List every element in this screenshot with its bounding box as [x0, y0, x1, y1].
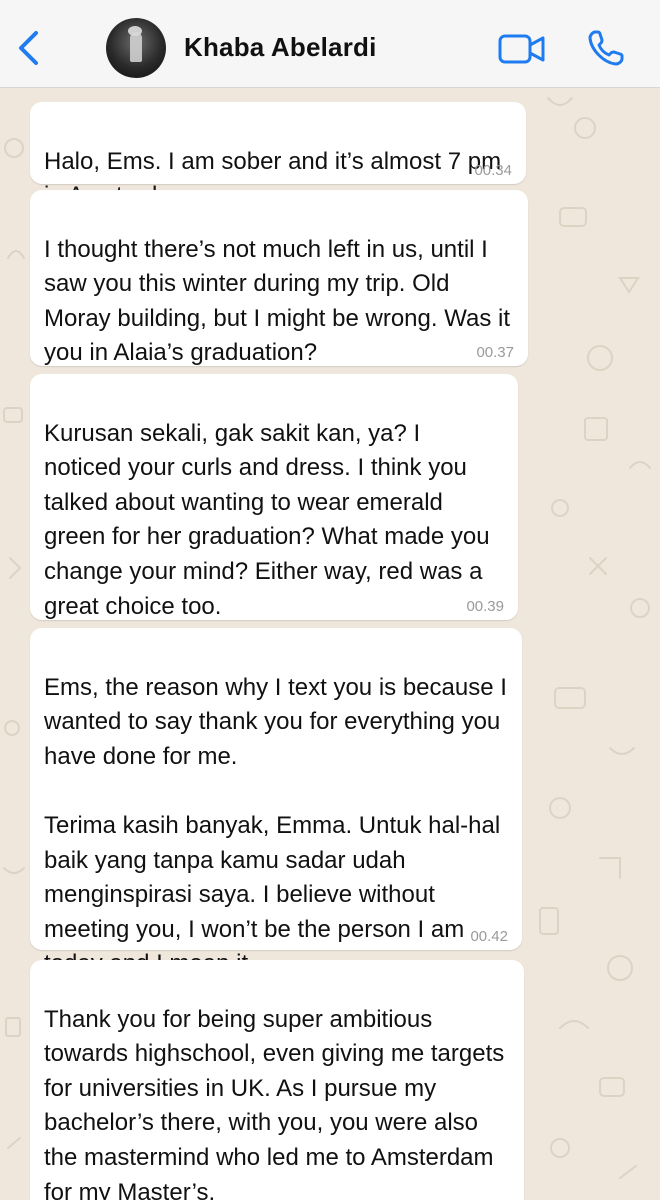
message-bubble[interactable]: Thank you for being super ambitious towa… [30, 960, 524, 1200]
message-bubble[interactable]: Ems, the reason why I text you is becaus… [30, 628, 522, 977]
video-call-button[interactable] [498, 32, 546, 66]
message-time: 00.39 [466, 598, 504, 615]
avatar-figure-body [130, 32, 142, 62]
message-text: I thought there’s not much left in us, u… [44, 235, 510, 367]
message-list[interactable]: Halo, Ems. I am sober and it’s almost 7 … [0, 88, 660, 1200]
voice-call-button[interactable] [586, 28, 626, 68]
message-text: Kurusan sekali, gak sakit kan, ya? I not… [44, 419, 490, 620]
message-time: 00.34 [474, 162, 512, 179]
message-text: Thank you for being super ambitious towa… [44, 1005, 505, 1200]
message-time: 00.37 [476, 344, 514, 361]
contact-name[interactable]: Khaba Abelardi [184, 32, 377, 63]
message-time: 00.42 [470, 928, 508, 945]
chat-header: Khaba Abelardi [0, 0, 660, 88]
back-button[interactable] [12, 28, 44, 68]
message-text: Ems, the reason why I text you is becaus… [44, 673, 507, 978]
message-bubble[interactable]: Halo, Ems. I am sober and it’s almost 7 … [30, 102, 526, 209]
message-bubble[interactable]: Kurusan sekali, gak sakit kan, ya? I not… [30, 374, 518, 620]
video-camera-icon [498, 34, 545, 64]
message-bubble[interactable]: I thought there’s not much left in us, u… [30, 190, 528, 366]
chevron-left-icon [19, 31, 38, 65]
phone-icon [588, 30, 624, 66]
contact-avatar[interactable] [106, 18, 166, 78]
